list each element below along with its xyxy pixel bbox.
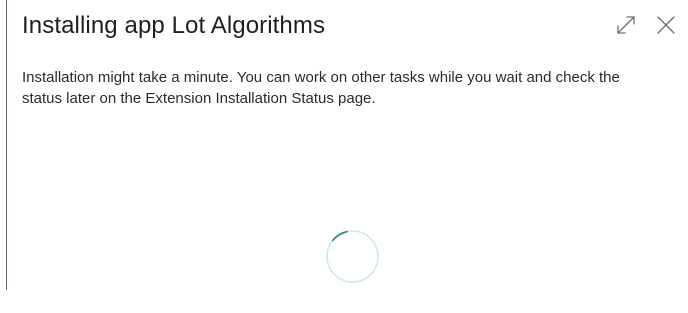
close-icon <box>657 16 675 34</box>
dialog-left-border <box>6 0 7 290</box>
expand-icon <box>617 16 635 34</box>
dialog-header-actions <box>614 12 678 38</box>
dialog-title: Installing app Lot Algorithms <box>22 12 326 39</box>
installation-message: Installation might take a minute. You ca… <box>22 69 620 107</box>
spinner-icon <box>326 230 379 283</box>
expand-button[interactable] <box>614 12 638 38</box>
install-dialog: Installing app Lot Algorithms Installati… <box>0 0 688 313</box>
close-button[interactable] <box>654 12 678 38</box>
